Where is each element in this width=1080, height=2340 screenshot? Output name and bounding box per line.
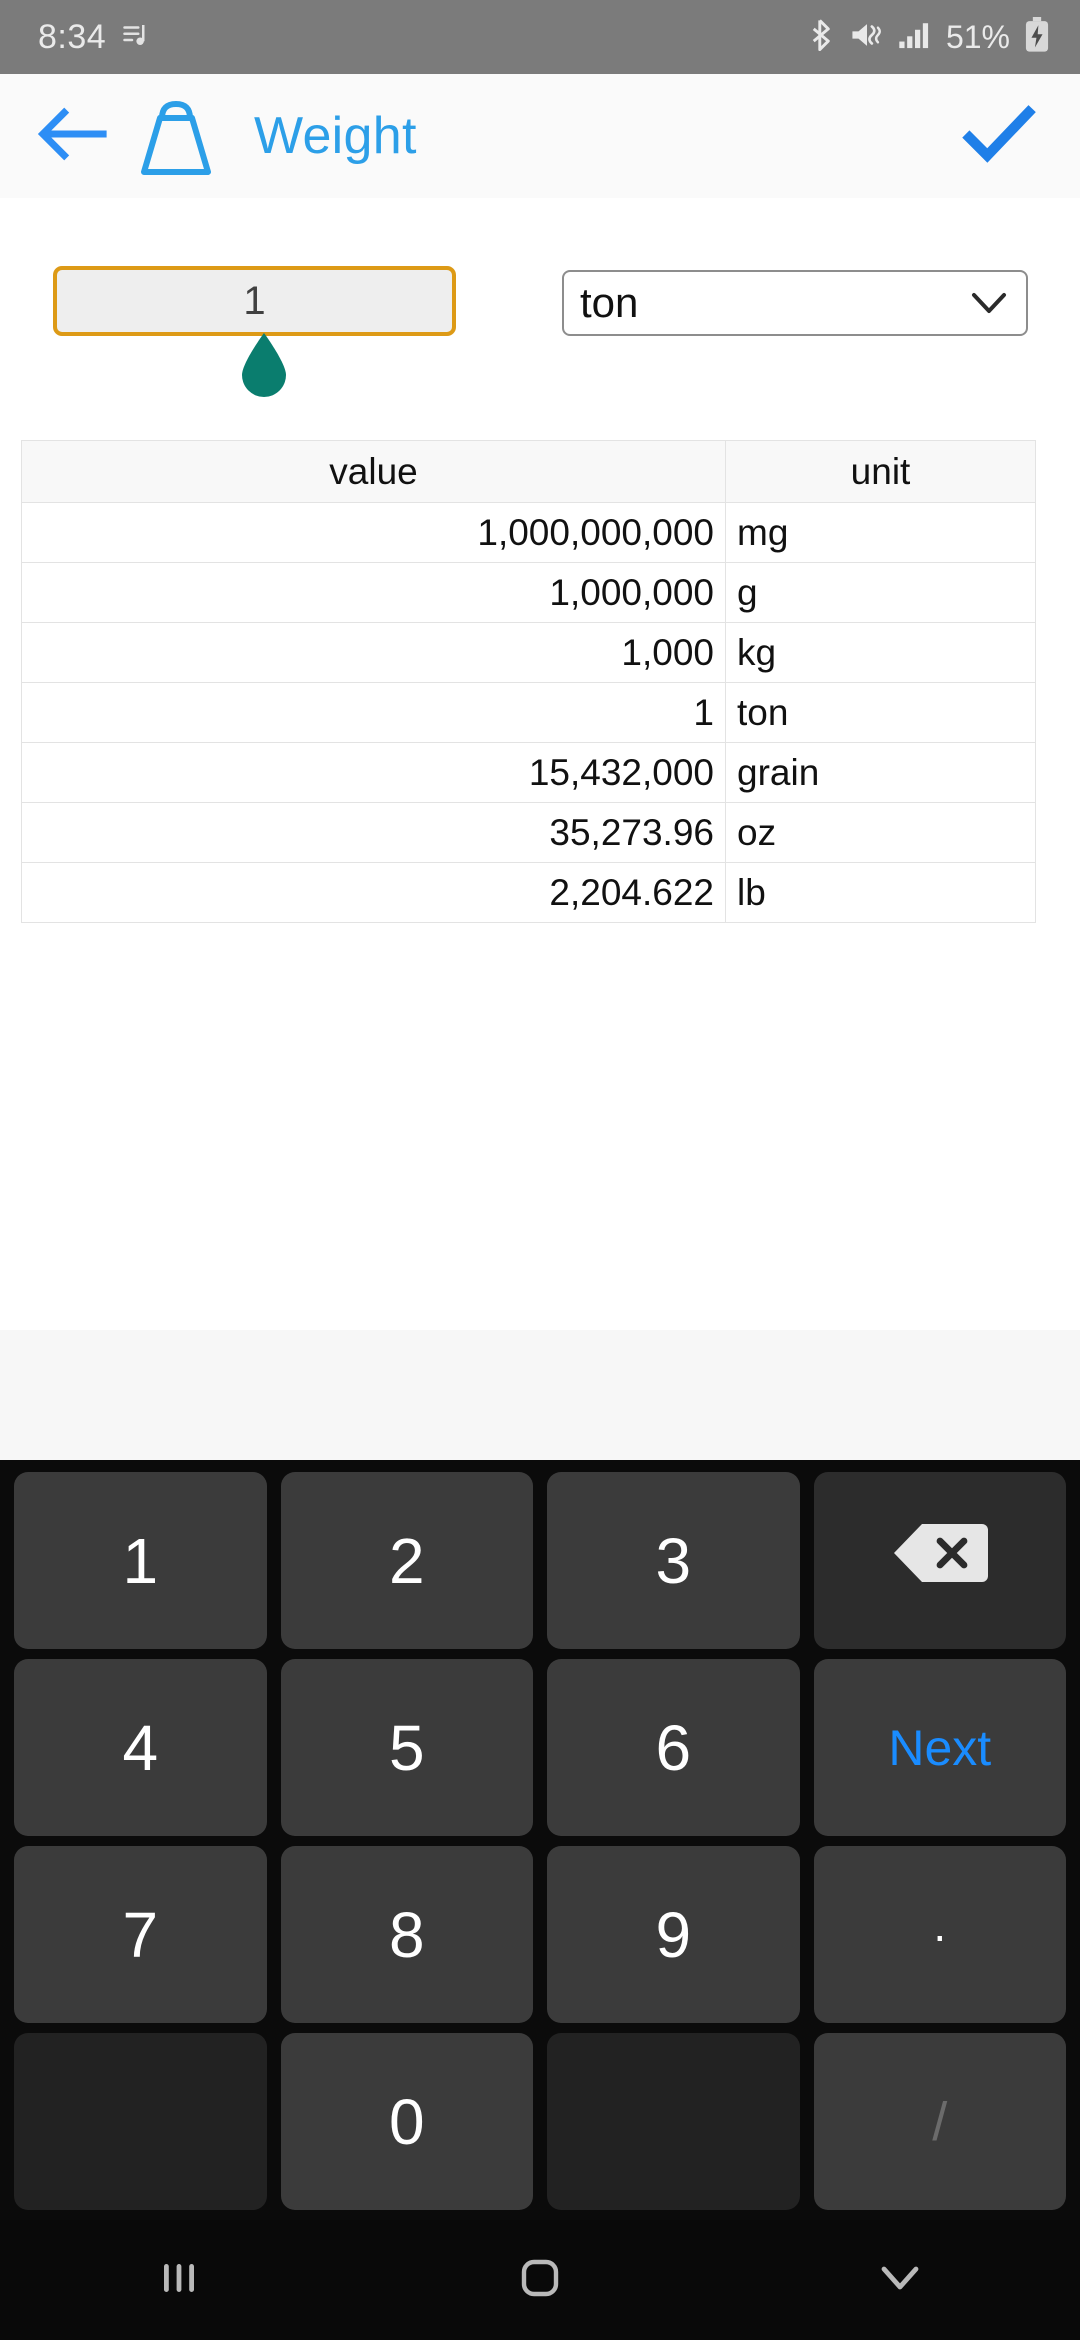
back-arrow-icon <box>37 104 107 169</box>
status-bar-right: 51% <box>806 16 1050 58</box>
key-7-label: 7 <box>122 1898 159 1971</box>
text-cursor-handle-icon[interactable] <box>236 333 292 399</box>
table-body: 1,000,000,000 mg 1,000,000 g 1,000 kg 1 ton 15,4… <box>21 502 1036 923</box>
value-input[interactable]: 1 <box>53 266 456 336</box>
cell-unit: grain <box>725 742 1036 803</box>
column-header-unit: unit <box>725 440 1036 503</box>
backspace-key[interactable] <box>813 1472 1066 1649</box>
mute-vibrate-icon <box>850 20 884 55</box>
key-4-label: 4 <box>122 1711 159 1784</box>
cell-unit: lb <box>725 862 1036 923</box>
key-1-label: 1 <box>122 1524 159 1597</box>
table-header-row: value unit <box>21 440 1036 503</box>
key-8-label: 8 <box>388 1898 425 1971</box>
key-5-label: 5 <box>388 1711 425 1784</box>
cell-unit: ton <box>725 682 1036 743</box>
weight-icon <box>128 88 224 184</box>
cell-value: 1 <box>21 682 726 743</box>
keyboard-row: 7 8 9 · <box>14 1846 1066 2023</box>
table-row: 1,000 kg <box>21 622 1036 683</box>
key-3[interactable]: 3 <box>547 1472 800 1649</box>
keyboard-row: 0/ <box>14 2033 1066 2210</box>
next-key-label: Next <box>888 1719 992 1776</box>
confirm-button[interactable] <box>956 93 1042 179</box>
table-row: 35,273.96 oz <box>21 802 1036 863</box>
blank-key-right[interactable] <box>547 2033 800 2210</box>
battery-percent-label: 51% <box>945 18 1010 55</box>
status-clock: 8:34 <box>38 17 107 56</box>
cell-value: 1,000,000,000 <box>21 502 726 563</box>
back-button[interactable] <box>30 94 114 178</box>
system-navigation-bar <box>0 2220 1080 2340</box>
next-key[interactable]: Next <box>813 1659 1066 1836</box>
key-6-label: 6 <box>655 1711 692 1784</box>
cell-unit: g <box>725 562 1036 623</box>
key-7[interactable]: 7 <box>14 1846 267 2023</box>
cell-value: 1,000 <box>21 622 726 683</box>
table-row: 15,432,000 grain <box>21 742 1036 803</box>
cell-value: 15,432,000 <box>21 742 726 803</box>
cell-unit: mg <box>725 502 1036 563</box>
numeric-keyboard: 1 2 3 4 5 6 Next 7 8 9 · 0/ <box>0 1460 1080 2220</box>
slash-key-label: / <box>932 2091 948 2152</box>
music-note-icon <box>122 20 152 55</box>
status-bar: 8:34 51% <box>0 0 1080 74</box>
key-2-label: 2 <box>388 1524 425 1597</box>
decimal-point-key[interactable]: · <box>813 1846 1066 2023</box>
key-8[interactable]: 8 <box>280 1846 533 2023</box>
key-4[interactable]: 4 <box>14 1659 267 1836</box>
table-row: 1,000,000,000 mg <box>21 502 1036 563</box>
key-5[interactable]: 5 <box>280 1659 533 1836</box>
battery-charging-icon <box>1024 16 1050 58</box>
table-row: 1 ton <box>21 682 1036 743</box>
cell-value: 35,273.96 <box>21 802 726 863</box>
conversion-table: value unit 1,000,000,000 mg 1,000,000 g 1,00… <box>21 440 1036 923</box>
table-row: 1,000,000 g <box>21 562 1036 623</box>
recents-button[interactable] <box>105 2230 255 2330</box>
chevron-down-icon <box>878 2261 922 2300</box>
keyboard-row: 4 5 6 Next <box>14 1659 1066 1836</box>
keyboard-row: 1 2 3 <box>14 1472 1066 1649</box>
chevron-down-icon <box>970 291 1008 315</box>
phone-screen: 8:34 51% Weight 1 ton value unit 1,000,0… <box>0 0 1080 2340</box>
unit-dropdown[interactable]: ton <box>562 270 1028 336</box>
key-0[interactable]: 0 <box>280 2033 533 2210</box>
cell-value: 2,204.622 <box>21 862 726 923</box>
slash-key[interactable]: / <box>813 2033 1066 2210</box>
status-bar-left: 8:34 <box>38 18 152 57</box>
blank-key-left[interactable] <box>14 2033 267 2210</box>
key-0-label: 0 <box>388 2085 425 2158</box>
home-icon <box>517 2255 563 2306</box>
key-1[interactable]: 1 <box>14 1472 267 1649</box>
checkmark-icon <box>960 102 1038 171</box>
cellular-signal-icon <box>898 20 932 55</box>
key-9[interactable]: 9 <box>547 1846 800 2023</box>
backspace-icon <box>892 1522 988 1599</box>
dismiss-keyboard-button[interactable] <box>825 2230 975 2330</box>
key-3-label: 3 <box>655 1524 692 1597</box>
app-bar: Weight <box>0 74 1080 198</box>
key-9-label: 9 <box>655 1898 692 1971</box>
home-button[interactable] <box>465 2230 615 2330</box>
cell-value: 1,000,000 <box>21 562 726 623</box>
recents-icon <box>158 2256 202 2305</box>
cell-unit: oz <box>725 802 1036 863</box>
cell-unit: kg <box>725 622 1036 683</box>
keyboard-spacer <box>0 1330 1080 1460</box>
bluetooth-icon <box>806 18 836 57</box>
page-title: Weight <box>254 107 417 165</box>
column-header-value: value <box>21 440 726 503</box>
table-row: 2,204.622 lb <box>21 862 1036 923</box>
decimal-point-key-label: · <box>932 1908 948 1961</box>
unit-dropdown-value: ton <box>580 279 639 326</box>
key-2[interactable]: 2 <box>280 1472 533 1649</box>
key-6[interactable]: 6 <box>547 1659 800 1836</box>
